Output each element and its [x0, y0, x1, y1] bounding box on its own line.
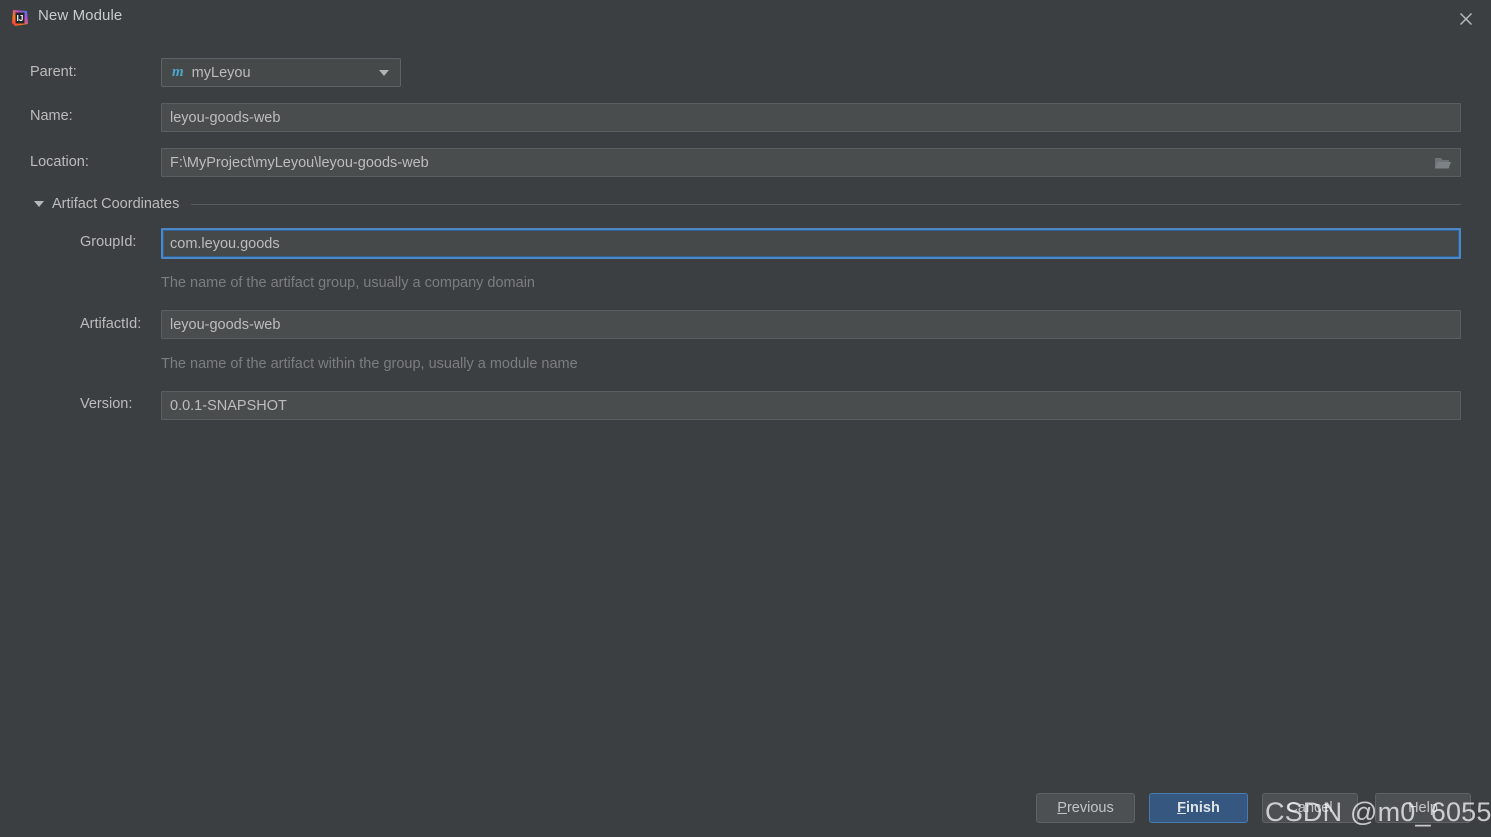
finish-button-mnemonic: F [1177, 800, 1186, 816]
triangle-down-icon[interactable] [34, 201, 44, 207]
previous-button[interactable]: Previous [1036, 793, 1135, 823]
section-divider [191, 203, 1461, 205]
dialog-title: New Module [38, 7, 123, 24]
finish-button-label: inish [1186, 800, 1220, 816]
previous-button-label: revious [1066, 800, 1114, 816]
help-button[interactable]: Help [1375, 793, 1471, 823]
cancel-button-label: Cancel [1287, 800, 1333, 816]
name-label: Name: [30, 108, 73, 124]
artifact-coordinates-section-header[interactable]: Artifact Coordinates [34, 196, 1461, 212]
svg-text:IJ: IJ [17, 14, 24, 23]
location-label: Location: [30, 154, 89, 170]
parent-label: Parent: [30, 64, 77, 80]
artifactid-label: ArtifactId: [80, 316, 142, 332]
dialog-title-bar: IJ New Module [0, 0, 1491, 36]
parent-value: myLeyou [191, 64, 251, 81]
chevron-down-icon [379, 69, 389, 76]
artifactid-hint: The name of the artifact within the grou… [161, 356, 578, 372]
artifactid-input[interactable]: leyou-goods-web [161, 310, 1461, 339]
cancel-button[interactable]: Cancel [1262, 793, 1358, 823]
version-label: Version: [80, 396, 133, 412]
close-icon[interactable] [1453, 6, 1479, 32]
name-input[interactable]: leyou-goods-web [161, 103, 1461, 132]
finish-button[interactable]: Finish [1149, 793, 1248, 823]
groupid-hint: The name of the artifact group, usually … [161, 275, 535, 291]
name-value: leyou-goods-web [170, 109, 281, 126]
intellij-idea-icon: IJ [10, 8, 30, 28]
groupid-input[interactable]: com.leyou.goods [161, 228, 1461, 259]
folder-open-icon[interactable] [1434, 155, 1452, 171]
location-input[interactable]: F:\MyProject\myLeyou\leyou-goods-web [161, 148, 1461, 177]
groupid-value: com.leyou.goods [170, 235, 280, 252]
version-input[interactable]: 0.0.1-SNAPSHOT [161, 391, 1461, 420]
location-value: F:\MyProject\myLeyou\leyou-goods-web [170, 154, 429, 171]
parent-combobox[interactable]: m myLeyou [161, 58, 401, 87]
artifactid-value: leyou-goods-web [170, 316, 281, 333]
groupid-label: GroupId: [80, 234, 137, 250]
artifact-coordinates-title: Artifact Coordinates [52, 196, 180, 212]
version-value: 0.0.1-SNAPSHOT [170, 397, 287, 414]
help-button-label: Help [1408, 800, 1438, 816]
previous-button-mnemonic: P [1057, 800, 1067, 816]
maven-module-icon: m [172, 64, 184, 80]
